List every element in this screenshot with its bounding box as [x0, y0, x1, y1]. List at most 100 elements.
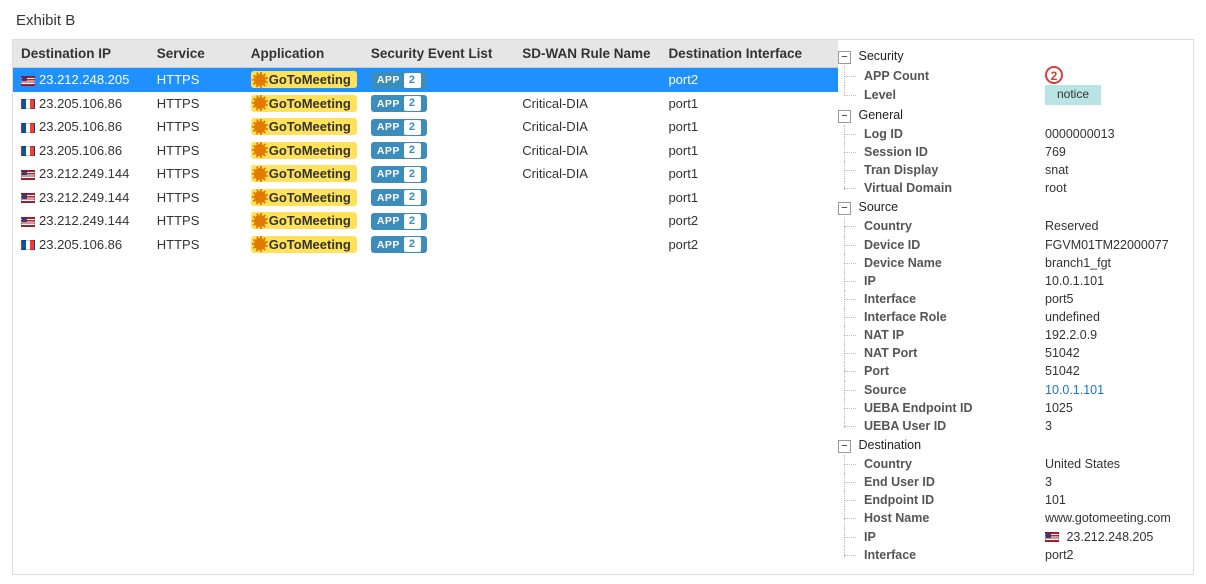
col-destination-ip[interactable]: Destination IP	[13, 40, 149, 68]
sdwan-rule-cell	[514, 186, 660, 210]
level-badge: notice	[1045, 85, 1101, 104]
dest-ip: 23.205.106.86	[39, 143, 122, 158]
detail-value: www.gotomeeting.com	[1033, 509, 1183, 527]
app-count-chip[interactable]: APP2	[371, 95, 427, 112]
table-row[interactable]: 23.212.248.205HTTPSGoToMeetingAPP2port2	[13, 68, 838, 92]
service-cell: HTTPS	[149, 186, 243, 210]
detail-key: Device ID	[858, 236, 920, 254]
table-row[interactable]: 23.212.249.144 HTTPS GoToMeeting APP2 port2	[13, 209, 838, 233]
app-count-chip[interactable]: APP2	[371, 119, 427, 136]
flag-icon	[21, 76, 35, 86]
dest-interface-cell: port2	[660, 209, 838, 233]
app-count-chip[interactable]: APP2	[371, 189, 427, 206]
group-destination[interactable]: − Destination	[838, 435, 1183, 455]
detail-key: End User ID	[858, 473, 935, 491]
detail-value: Reserved	[1033, 217, 1183, 235]
app-count-chip[interactable]: APP2	[371, 236, 427, 253]
application-badge[interactable]: GoToMeeting	[251, 118, 357, 135]
flag-icon	[21, 193, 35, 203]
app-count-chip[interactable]: APP2	[371, 166, 427, 183]
gear-icon	[254, 215, 266, 227]
group-general[interactable]: − General	[838, 105, 1183, 125]
application-badge[interactable]: GoToMeeting	[251, 95, 357, 112]
detail-key: Interface	[858, 290, 916, 308]
detail-key: NAT IP	[858, 326, 904, 344]
application-badge[interactable]: GoToMeeting	[251, 189, 357, 206]
flag-icon	[21, 99, 35, 109]
detail-key: Endpoint ID	[858, 491, 934, 509]
flag-icon	[21, 146, 35, 156]
detail-key: Country	[858, 455, 912, 473]
detail-value: undefined	[1033, 308, 1183, 326]
table-row[interactable]: 23.205.106.86 HTTPS GoToMeeting APP2 Critica…	[13, 139, 838, 163]
dest-ip: 23.212.248.205	[39, 72, 129, 87]
application-badge[interactable]: GoToMeeting	[251, 142, 357, 159]
gear-icon	[254, 97, 266, 109]
sdwan-rule-cell: Critical-DIA	[514, 115, 660, 139]
application-badge[interactable]: GoToMeeting	[251, 165, 357, 182]
dest-interface-cell: port1	[660, 139, 838, 163]
service-cell: HTTPS	[149, 115, 243, 139]
application-badge[interactable]: GoToMeeting	[251, 236, 357, 253]
table-row[interactable]: 23.212.249.144HTTPSGoToMeetingAPP2port1	[13, 186, 838, 210]
detail-value: 769	[1033, 143, 1183, 161]
col-dest-interface[interactable]: Destination Interface	[660, 40, 838, 68]
col-application[interactable]: Application	[243, 40, 363, 68]
dest-ip: 23.205.106.86	[39, 119, 122, 134]
group-source[interactable]: − Source	[838, 197, 1183, 217]
service-cell: HTTPS	[149, 139, 243, 163]
gear-icon	[254, 168, 266, 180]
table-header-row: Destination IP Service Application Secur…	[13, 40, 838, 68]
table-row[interactable]: 23.205.106.86HTTPSGoToMeetingAPP2Critica…	[13, 92, 838, 116]
gear-icon	[254, 74, 266, 86]
table-row[interactable]: 23.205.106.86 HTTPS GoToMeeting APP2 Critica…	[13, 115, 838, 139]
detail-app-count-label: APP Count	[858, 67, 929, 85]
dest-interface-cell: port1	[660, 92, 838, 116]
detail-value: 10.0.1.101	[1033, 272, 1183, 290]
detail-key: UEBA Endpoint ID	[858, 399, 973, 417]
dest-ip: 23.212.249.144	[39, 213, 129, 228]
details-pane: − Security APP Count 2 Level notice	[838, 40, 1193, 574]
toggle-icon[interactable]: −	[838, 440, 851, 453]
flag-icon	[1045, 532, 1059, 542]
sdwan-rule-cell	[514, 233, 660, 257]
gear-icon	[254, 191, 266, 203]
app-count-chip[interactable]: APP2	[371, 142, 427, 159]
detail-key: Source	[858, 381, 906, 399]
detail-key: Port	[858, 362, 889, 380]
detail-value: 101	[1033, 491, 1183, 509]
app-count-chip[interactable]: APP2	[371, 72, 427, 89]
detail-key: Virtual Domain	[858, 179, 952, 197]
main-panel: Destination IP Service Application Secur…	[12, 39, 1194, 575]
dest-interface-cell: port1	[660, 115, 838, 139]
col-security-event[interactable]: Security Event List	[363, 40, 514, 68]
sdwan-rule-cell: Critical-DIA	[514, 139, 660, 163]
detail-key: Interface Role	[858, 308, 947, 326]
table-row[interactable]: 23.205.106.86HTTPSGoToMeetingAPP2port2	[13, 233, 838, 257]
table-row[interactable]: 23.212.249.144HTTPSGoToMeetingAPP2Critic…	[13, 162, 838, 186]
toggle-icon[interactable]: −	[838, 110, 851, 123]
toggle-icon[interactable]: −	[838, 202, 851, 215]
detail-key: Log ID	[858, 125, 903, 143]
application-badge[interactable]: GoToMeeting	[251, 212, 357, 229]
dest-interface-cell: port2	[660, 68, 838, 92]
col-service[interactable]: Service	[149, 40, 243, 68]
application-badge[interactable]: GoToMeeting	[251, 71, 357, 88]
service-cell: HTTPS	[149, 162, 243, 186]
toggle-icon[interactable]: −	[838, 51, 851, 64]
service-cell: HTTPS	[149, 209, 243, 233]
source-link[interactable]: 10.0.1.101	[1045, 383, 1104, 397]
detail-value: 23.212.248.205	[1033, 528, 1183, 546]
app-count-badge: 2	[1045, 66, 1063, 84]
sdwan-rule-cell: Critical-DIA	[514, 92, 660, 116]
detail-value: 3	[1033, 473, 1183, 491]
detail-level-label: Level	[858, 86, 896, 104]
col-sdwan-rule[interactable]: SD-WAN Rule Name	[514, 40, 660, 68]
flag-icon	[21, 170, 35, 180]
detail-value: 192.2.0.9	[1033, 326, 1183, 344]
detail-key: Country	[858, 217, 912, 235]
app-count-chip[interactable]: APP2	[371, 213, 427, 230]
group-security[interactable]: − Security	[838, 46, 1183, 66]
dest-interface-cell: port2	[660, 233, 838, 257]
detail-value: 10.0.1.101	[1033, 381, 1183, 399]
